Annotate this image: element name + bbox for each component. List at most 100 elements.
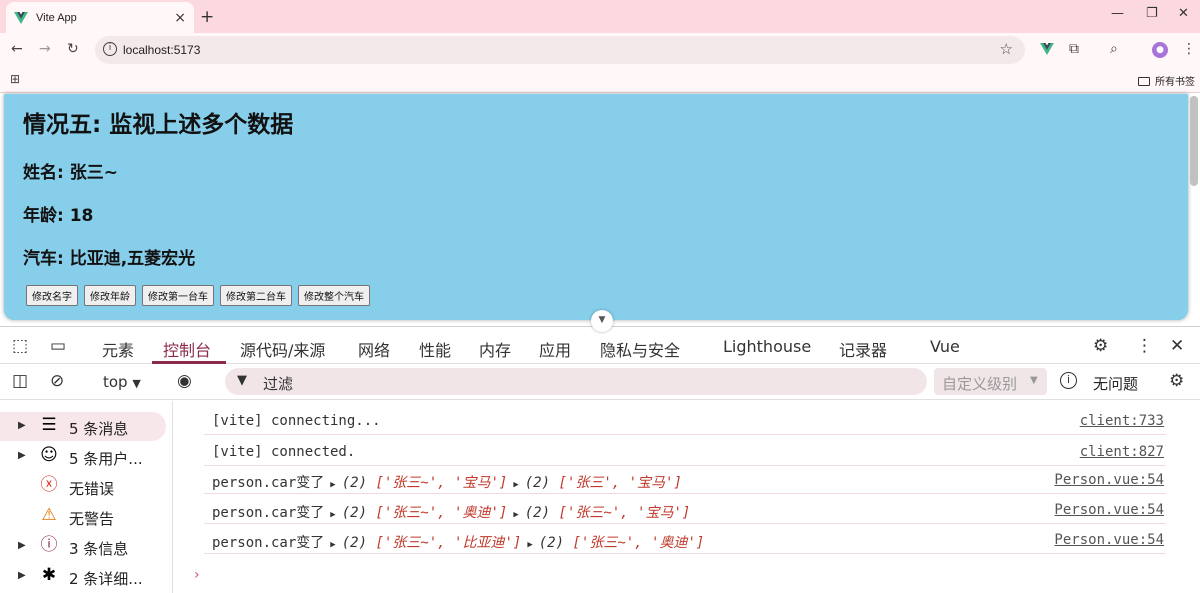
warning-icon: ⚠ [41, 505, 57, 525]
tab-console[interactable]: 控制台 [163, 337, 211, 361]
site-info-icon[interactable]: i [103, 42, 117, 56]
tab-elements[interactable]: 元素 [102, 337, 134, 361]
log-source-link[interactable]: client:827 [1080, 444, 1164, 460]
sidebar-item-warnings[interactable]: ⚠ 无警告 [0, 502, 166, 531]
expand-arrow-icon: ▶ [18, 450, 26, 461]
tab-application[interactable]: 应用 [539, 337, 571, 361]
page-viewport: 情况五: 监视上述多个数据 姓名: 张三~ 年龄: 18 汽车: 比亚迪,五菱宏… [0, 94, 1200, 326]
issues-info-icon[interactable]: i [1060, 372, 1077, 389]
log-message: person.car变了 ▶ (2) ['张三~', '奥迪'] ▶ (2) ['张三~… [212, 502, 690, 522]
back-icon[interactable]: ← [11, 41, 23, 57]
expand-arrow-icon[interactable]: ▶ [330, 540, 335, 550]
device-toolbar-icon[interactable]: ▭ [50, 336, 66, 356]
car-line: 汽车: 比亚迪,五菱宏光 [23, 249, 196, 269]
issues-label[interactable]: 无问题 [1093, 373, 1138, 394]
page-scrollbar[interactable] [1190, 96, 1198, 186]
console-log: [vite] connecting... client:733 [vite] c… [174, 401, 1200, 593]
tab-memory[interactable]: 内存 [479, 337, 511, 361]
maximize-icon[interactable]: ❐ [1146, 6, 1158, 21]
tab-performance[interactable]: 性能 [419, 337, 451, 361]
log-prefix: person.car变了 [212, 535, 325, 551]
sidebar-item-errors[interactable]: ⓧ 无错误 [0, 472, 166, 501]
tab-search-icon[interactable]: ⌕ [1110, 41, 1118, 57]
sidebar-item-messages[interactable]: ▶ ☰ 5 条消息 [0, 412, 166, 441]
console-toolbar: ◫ ⊘ top ▼ ◉ ▼ 过滤 自定义级别 ▼ i 无问题 ⚙ [0, 364, 1200, 400]
tab-privacy-security[interactable]: 隐私与安全 [600, 337, 680, 361]
list-icon: ☰ [41, 415, 57, 435]
menu-icon[interactable]: ⋮ [1182, 41, 1196, 57]
info-icon: ⓘ [40, 535, 58, 555]
change-name-button[interactable]: 修改名字 [26, 285, 78, 306]
apps-grid-icon[interactable]: ⊞ [10, 72, 20, 86]
filter-funnel-icon: ▼ [237, 373, 247, 388]
console-prompt-icon[interactable]: › [194, 567, 200, 583]
log-source-link[interactable]: Person.vue:54 [1054, 472, 1164, 488]
address-bar[interactable]: i localhost:5173 ☆ [95, 36, 1025, 64]
tab-vue[interactable]: Vue [930, 337, 960, 356]
array-count: (2) [524, 475, 551, 491]
array-items: ['张三~', '奥迪'] [572, 535, 705, 551]
expand-arrow-icon[interactable]: ▶ [330, 510, 335, 520]
log-row: [vite] connecting... client:733 [204, 405, 1166, 435]
vue-devtools-extension-icon[interactable] [1040, 43, 1054, 55]
expand-arrow-icon[interactable]: ▶ [513, 510, 518, 520]
settings-gear-icon[interactable]: ⚙ [1093, 336, 1108, 356]
browser-tab-bar: Vite App × + — ❐ ✕ [0, 0, 1200, 33]
expand-arrow-icon: ▶ [18, 420, 26, 431]
array-items: ['张三~', '宝马'] [558, 505, 691, 521]
log-message: person.car变了 ▶ (2) ['张三~', '比亚迪'] ▶ (2) ['张三… [212, 532, 704, 552]
expand-arrow-icon[interactable]: ▶ [330, 480, 335, 490]
sidebar-toggle-icon[interactable]: ◫ [12, 371, 28, 391]
error-icon: ⓧ [40, 475, 58, 495]
tab-recorder[interactable]: 记录器 [839, 337, 887, 361]
array-items: ['张三~', '宝马'] [375, 475, 508, 491]
sidebar-item-info[interactable]: ▶ ⓘ 3 条信息 [0, 532, 166, 561]
expand-arrow-icon[interactable]: ▶ [513, 480, 518, 490]
tab-lighthouse[interactable]: Lighthouse [723, 337, 811, 356]
filter-input[interactable]: ▼ 过滤 [225, 368, 927, 395]
expand-arrow-icon[interactable]: ▶ [527, 540, 532, 550]
browser-tab[interactable]: Vite App × [6, 2, 194, 33]
profile-avatar[interactable]: ● [1152, 42, 1168, 58]
sidebar-item-user-messages[interactable]: ▶ ☺ 5 条用户... [0, 442, 166, 471]
change-first-car-button[interactable]: 修改第一台车 [142, 285, 214, 306]
forward-icon[interactable]: → [39, 41, 51, 57]
new-tab-icon[interactable]: + [200, 7, 214, 27]
console-sidebar: ▶ ☰ 5 条消息 ▶ ☺ 5 条用户... ⓧ 无错误 ⚠ 无警告 ▶ ⓘ 3… [0, 401, 173, 593]
live-expression-eye-icon[interactable]: ◉ [177, 371, 192, 391]
all-bookmarks-folder[interactable]: 所有书签 [1138, 73, 1195, 88]
inspect-element-icon[interactable]: ⬚ [12, 336, 28, 356]
context-selector[interactable]: top ▼ [103, 373, 141, 391]
more-options-icon[interactable]: ⋮ [1136, 336, 1153, 356]
tab-network[interactable]: 网络 [358, 337, 390, 361]
context-label: top [103, 373, 128, 391]
log-source-link[interactable]: client:733 [1080, 413, 1164, 429]
expand-arrow-icon: ▶ [18, 540, 26, 551]
change-age-button[interactable]: 修改年龄 [84, 285, 136, 306]
person-card: 情况五: 监视上述多个数据 姓名: 张三~ 年龄: 18 汽车: 比亚迪,五菱宏… [4, 94, 1188, 320]
console-settings-gear-icon[interactable]: ⚙ [1169, 371, 1184, 391]
bookmark-star-icon[interactable]: ☆ [1000, 40, 1013, 58]
extensions-icon[interactable]: ⧉ [1069, 41, 1079, 57]
sidebar-item-verbose[interactable]: ▶ ✱ 2 条详细... [0, 562, 166, 591]
change-whole-car-button[interactable]: 修改整个汽车 [298, 285, 370, 306]
tab-sources[interactable]: 源代码/来源 [240, 337, 325, 361]
url-text[interactable]: localhost:5173 [123, 43, 200, 57]
clear-console-icon[interactable]: ⊘ [50, 371, 64, 391]
sidebar-item-label: 5 条消息 [69, 420, 129, 438]
log-message: person.car变了 ▶ (2) ['张三~', '宝马'] ▶ (2) ['张三'… [212, 472, 682, 492]
log-levels-dropdown[interactable]: 自定义级别 ▼ [934, 368, 1047, 395]
log-source-link[interactable]: Person.vue:54 [1054, 502, 1164, 518]
close-devtools-icon[interactable]: ✕ [1170, 336, 1184, 356]
tab-close-icon[interactable]: × [174, 10, 186, 26]
change-second-car-button[interactable]: 修改第二台车 [220, 285, 292, 306]
bookmarks-bar: ⊞ 所有书签 [0, 67, 1200, 93]
window-close-icon[interactable]: ✕ [1178, 6, 1189, 21]
reload-icon[interactable]: ↻ [67, 41, 79, 57]
minimize-icon[interactable]: — [1111, 6, 1124, 21]
log-levels-label: 自定义级别 [942, 375, 1018, 393]
vue-devtools-toggle-icon[interactable]: ▼ [591, 310, 613, 332]
log-source-link[interactable]: Person.vue:54 [1054, 532, 1164, 548]
log-message: [vite] connected. [212, 444, 356, 460]
bug-icon: ✱ [41, 565, 57, 585]
